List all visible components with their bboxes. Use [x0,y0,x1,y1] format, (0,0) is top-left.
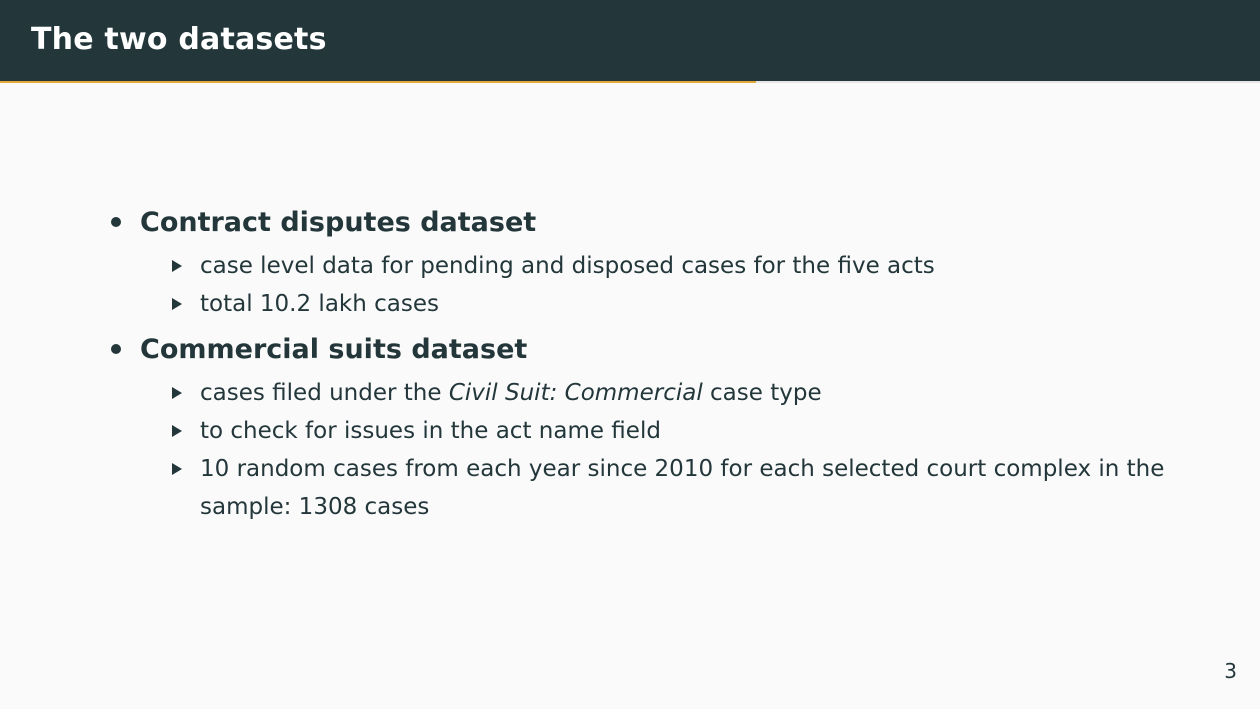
triangle-bullet-icon [172,425,182,437]
slide-content: Contract disputes dataset case level dat… [108,204,1188,534]
section-heading: Contract disputes dataset [140,207,537,238]
sub-item-emphasis: Civil Suit: Commercial [448,380,703,406]
triangle-bullet-icon [172,298,182,310]
sub-list-item: case level data for pending and disposed… [140,247,1188,285]
sub-bullet-list: cases filed under the Civil Suit: Commer… [140,374,1188,526]
bullet-dot-icon [111,217,121,227]
title-bar: The two datasets [0,0,1260,81]
sub-item-text: 10 random cases from each year since 201… [200,456,1165,520]
sub-list-item: cases filed under the Civil Suit: Commer… [140,374,1188,412]
triangle-bullet-icon [172,463,182,475]
sub-list-item: total 10.2 lakh cases [140,285,1188,323]
slide-title: The two datasets [31,22,327,57]
bullet-dot-icon [111,344,121,354]
slide: The two datasets Contract disputes datas… [0,0,1260,709]
progress-fill [0,81,756,83]
bullet-list: Contract disputes dataset case level dat… [108,204,1188,526]
sub-item-text: total 10.2 lakh cases [200,291,439,317]
page-number: 3 [1224,659,1237,683]
sub-bullet-list: case level data for pending and disposed… [140,247,1188,323]
sub-list-item: 10 random cases from each year since 201… [140,450,1188,526]
triangle-bullet-icon [172,260,182,272]
section-heading: Commercial suits dataset [140,334,528,365]
sub-item-text: to check for issues in the act name fiel… [200,418,661,444]
list-item-commercial-suits: Commercial suits dataset cases filed und… [108,331,1188,526]
sub-list-item: to check for issues in the act name fiel… [140,412,1188,450]
sub-item-text-suffix: case type [702,380,822,406]
triangle-bullet-icon [172,387,182,399]
list-item-contract-disputes: Contract disputes dataset case level dat… [108,204,1188,323]
progress-bar [0,81,1260,83]
sub-item-text: case level data for pending and disposed… [200,253,935,279]
sub-item-text-prefix: cases filed under the [200,380,449,406]
